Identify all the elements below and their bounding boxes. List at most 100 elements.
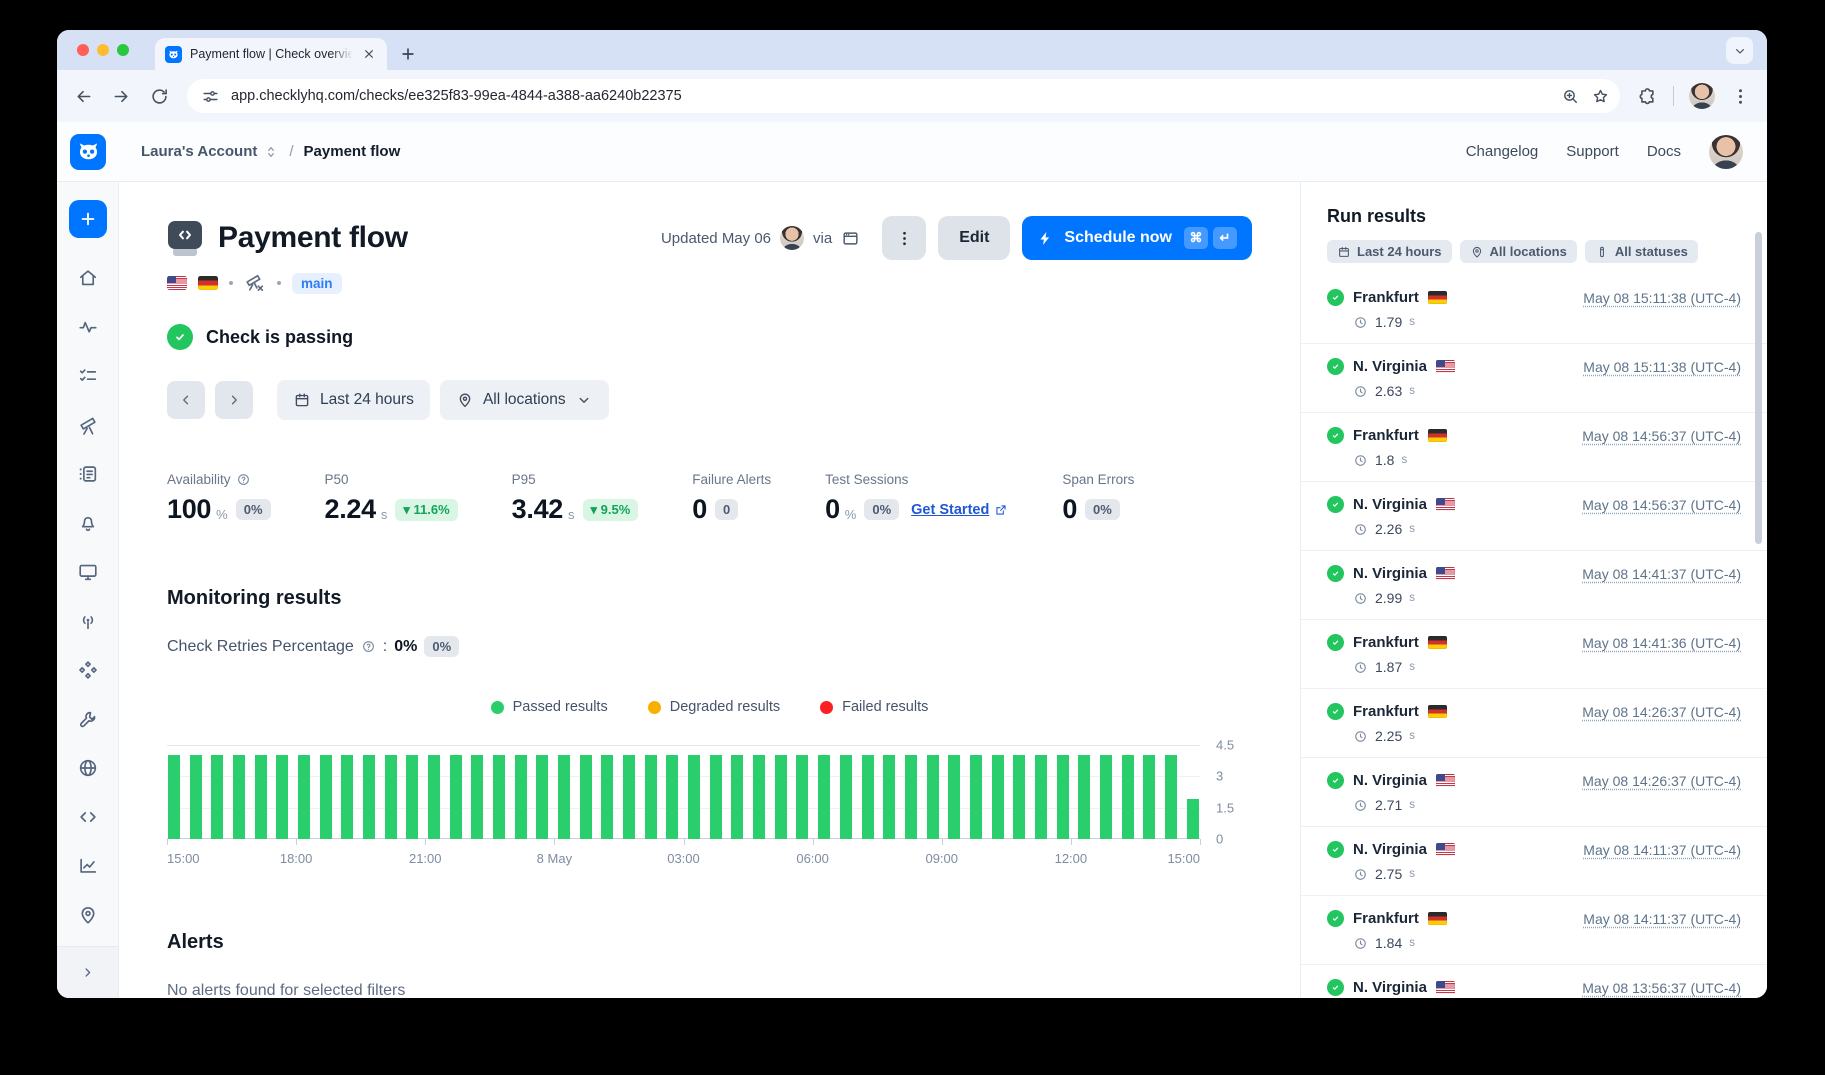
filter-chip[interactable]: All statuses	[1585, 240, 1698, 263]
run-location-flag-icon	[1436, 360, 1455, 373]
previous-period-button[interactable]	[167, 381, 205, 419]
run-result-row[interactable]: Frankfurt May 08 14:41:36 (UTC-4) 1.87 s	[1301, 620, 1767, 689]
sidebar-item-explore[interactable]	[77, 414, 99, 436]
run-timestamp-link[interactable]: May 08 14:41:37 (UTC-4)	[1582, 566, 1741, 582]
edit-button[interactable]: Edit	[938, 216, 1010, 260]
run-result-row[interactable]: Frankfurt May 08 14:26:37 (UTC-4) 2.25 s	[1301, 689, 1767, 758]
address-bar[interactable]: app.checklyhq.com/checks/ee325f83-99ea-4…	[187, 79, 1620, 113]
run-timestamp-link[interactable]: May 08 14:56:37 (UTC-4)	[1582, 428, 1741, 444]
url-text[interactable]: app.checklyhq.com/checks/ee325f83-99ea-4…	[231, 88, 1550, 104]
tab-close-icon[interactable]	[361, 46, 377, 62]
header-nav-link[interactable]: Docs	[1647, 143, 1681, 160]
browser-tab-strip: Payment flow | Check overvie	[57, 30, 1767, 70]
run-timestamp-link[interactable]: May 08 13:56:37 (UTC-4)	[1582, 980, 1741, 996]
filter-chip[interactable]: Last 24 hours	[1327, 240, 1452, 263]
sidebar-expand-button[interactable]	[57, 946, 118, 998]
sidebar-item-analytics[interactable]	[77, 855, 99, 877]
header-nav-link[interactable]: Support	[1566, 143, 1619, 160]
zoom-in-icon[interactable]	[1561, 87, 1580, 106]
run-timestamp-link[interactable]: May 08 15:11:38 (UTC-4)	[1583, 290, 1741, 306]
help-icon[interactable]	[361, 639, 376, 654]
bookmark-star-icon[interactable]	[1591, 87, 1610, 106]
run-result-row[interactable]: Frankfurt May 08 14:11:37 (UTC-4) 1.84 s	[1301, 896, 1767, 965]
sidebar-item-private-locations[interactable]	[77, 904, 99, 926]
run-location: Frankfurt	[1353, 634, 1419, 651]
reload-icon[interactable]	[149, 86, 170, 107]
stat-label-row: Availability	[167, 472, 271, 487]
run-results-list[interactable]: Frankfurt May 08 15:11:38 (UTC-4) 1.79 s	[1301, 275, 1767, 998]
run-timestamp-link[interactable]: May 08 14:26:37 (UTC-4)	[1582, 773, 1741, 789]
breadcrumb-separator: /	[289, 143, 293, 160]
retries-colon: :	[383, 638, 387, 656]
axis-tick	[813, 839, 814, 845]
retries-badge: 0%	[424, 636, 459, 657]
schedule-now-button[interactable]: Schedule now ⌘ ↵	[1022, 216, 1252, 260]
browser-profile-avatar[interactable]	[1689, 83, 1715, 109]
minimize-window-button[interactable]	[97, 44, 109, 56]
more-options-button[interactable]	[882, 216, 926, 260]
close-window-button[interactable]	[77, 44, 89, 56]
account-switcher[interactable]: Laura's Account	[141, 143, 279, 160]
chart-plot[interactable]	[167, 745, 1200, 839]
sidebar-item-home[interactable]	[77, 267, 99, 289]
run-timestamp-link[interactable]: May 08 14:11:37 (UTC-4)	[1583, 911, 1741, 927]
calendar-icon	[293, 391, 311, 409]
browser-menu-icon[interactable]	[1730, 86, 1751, 107]
clock-icon	[1353, 729, 1368, 744]
run-timestamp-link[interactable]: May 08 14:11:37 (UTC-4)	[1583, 842, 1741, 858]
sidebar-item-broadcasts[interactable]	[77, 610, 99, 632]
user-avatar[interactable]	[1709, 135, 1743, 169]
maximize-window-button[interactable]	[117, 44, 129, 56]
y-tick-label: 0	[1216, 832, 1223, 847]
sidebar-item-monitoring[interactable]	[77, 316, 99, 338]
run-timestamp-link[interactable]: May 08 14:41:36 (UTC-4)	[1582, 635, 1741, 651]
run-result-row[interactable]: N. Virginia May 08 15:11:38 (UTC-4) 2.63…	[1301, 344, 1767, 413]
chip-icon	[1470, 245, 1484, 259]
time-range-filter[interactable]: Last 24 hours	[277, 380, 430, 420]
run-result-row[interactable]: N. Virginia May 08 14:56:37 (UTC-4) 2.26…	[1301, 482, 1767, 551]
run-result-row[interactable]: Frankfurt May 08 14:56:37 (UTC-4) 1.8 s	[1301, 413, 1767, 482]
site-settings-icon[interactable]	[201, 87, 220, 106]
sidebar-item-run-log[interactable]	[77, 463, 99, 485]
sidebar-item-integrations[interactable]	[77, 659, 99, 681]
run-result-row[interactable]: N. Virginia May 08 14:11:37 (UTC-4) 2.75…	[1301, 827, 1767, 896]
help-icon[interactable]	[236, 472, 251, 487]
get-started-link[interactable]: Get Started	[911, 502, 1008, 518]
legend-label: Passed results	[513, 699, 608, 715]
header-nav-link[interactable]: Changelog	[1466, 143, 1539, 160]
run-result-row[interactable]: N. Virginia May 08 13:56:37 (UTC-4)	[1301, 965, 1767, 998]
run-timestamp-link[interactable]: May 08 14:56:37 (UTC-4)	[1582, 497, 1741, 513]
sidebar-item-maintenance[interactable]	[77, 708, 99, 730]
updated-by-avatar[interactable]	[780, 226, 804, 250]
run-duration: 1.8	[1375, 452, 1394, 468]
filter-chip[interactable]: All locations	[1460, 240, 1577, 263]
forward-icon[interactable]	[111, 86, 132, 107]
clock-icon	[1353, 660, 1368, 675]
new-tab-icon[interactable]	[399, 45, 417, 63]
monitoring-chart: 4.531.50 15:0018:0021:008 May03:0006:000…	[167, 745, 1252, 869]
tab-search-button[interactable]	[1726, 37, 1753, 64]
run-result-row[interactable]: N. Virginia May 08 14:26:37 (UTC-4) 2.71…	[1301, 758, 1767, 827]
sidebar-item-checks[interactable]	[77, 365, 99, 387]
sidebar-item-domains[interactable]	[77, 757, 99, 779]
back-icon[interactable]	[73, 86, 94, 107]
sidebar-item-snippets[interactable]	[77, 806, 99, 828]
stat-value: 0	[692, 494, 707, 525]
sidebar-item-dashboards[interactable]	[77, 561, 99, 583]
run-timestamp-link[interactable]: May 08 14:26:37 (UTC-4)	[1582, 704, 1741, 720]
checkly-logo[interactable]	[70, 134, 106, 170]
run-results-scrollbar[interactable]	[1755, 232, 1762, 544]
chart-bar	[905, 755, 917, 839]
locations-filter[interactable]: All locations	[440, 380, 609, 420]
create-button[interactable]	[69, 200, 107, 238]
run-result-row[interactable]: N. Virginia May 08 14:41:37 (UTC-4) 2.99…	[1301, 551, 1767, 620]
browser-tab[interactable]: Payment flow | Check overvie	[155, 38, 387, 70]
run-duration: 2.63	[1375, 383, 1402, 399]
sidebar-item-alerts[interactable]	[77, 512, 99, 534]
run-result-row[interactable]: Frankfurt May 08 15:11:38 (UTC-4) 1.79 s	[1301, 275, 1767, 344]
branch-badge[interactable]: main	[292, 273, 342, 294]
next-period-button[interactable]	[215, 381, 253, 419]
run-timestamp-link[interactable]: May 08 15:11:38 (UTC-4)	[1583, 359, 1741, 375]
page-title: Payment flow	[218, 221, 408, 255]
extensions-icon[interactable]	[1637, 86, 1658, 107]
